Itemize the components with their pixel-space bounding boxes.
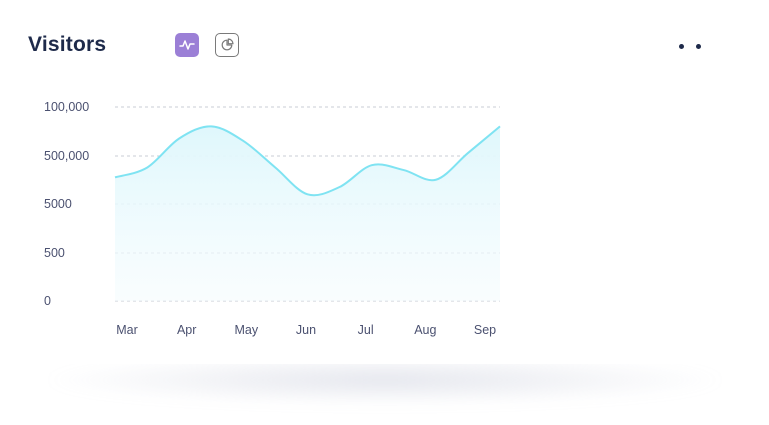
visitors-area-chart: 0 500 5000 500,000 100,000 Mar Apr May Jun Jul Au… — [44, 100, 501, 337]
y-tick-label: 0 — [44, 294, 51, 308]
x-tick-label: Aug — [414, 323, 436, 337]
x-tick-label: Jul — [358, 323, 374, 337]
y-tick-label: 100,000 — [44, 100, 89, 114]
x-tick-label: Sep — [474, 323, 496, 337]
y-tick-label: 5000 — [44, 197, 72, 211]
y-tick-label: 500,000 — [44, 149, 89, 163]
x-tick-label: Mar — [116, 323, 138, 337]
series-area-fill — [115, 126, 500, 301]
x-tick-label: May — [235, 323, 259, 337]
x-tick-label: Jun — [296, 323, 316, 337]
y-tick-label: 500 — [44, 246, 65, 260]
x-tick-label: Apr — [177, 323, 196, 337]
